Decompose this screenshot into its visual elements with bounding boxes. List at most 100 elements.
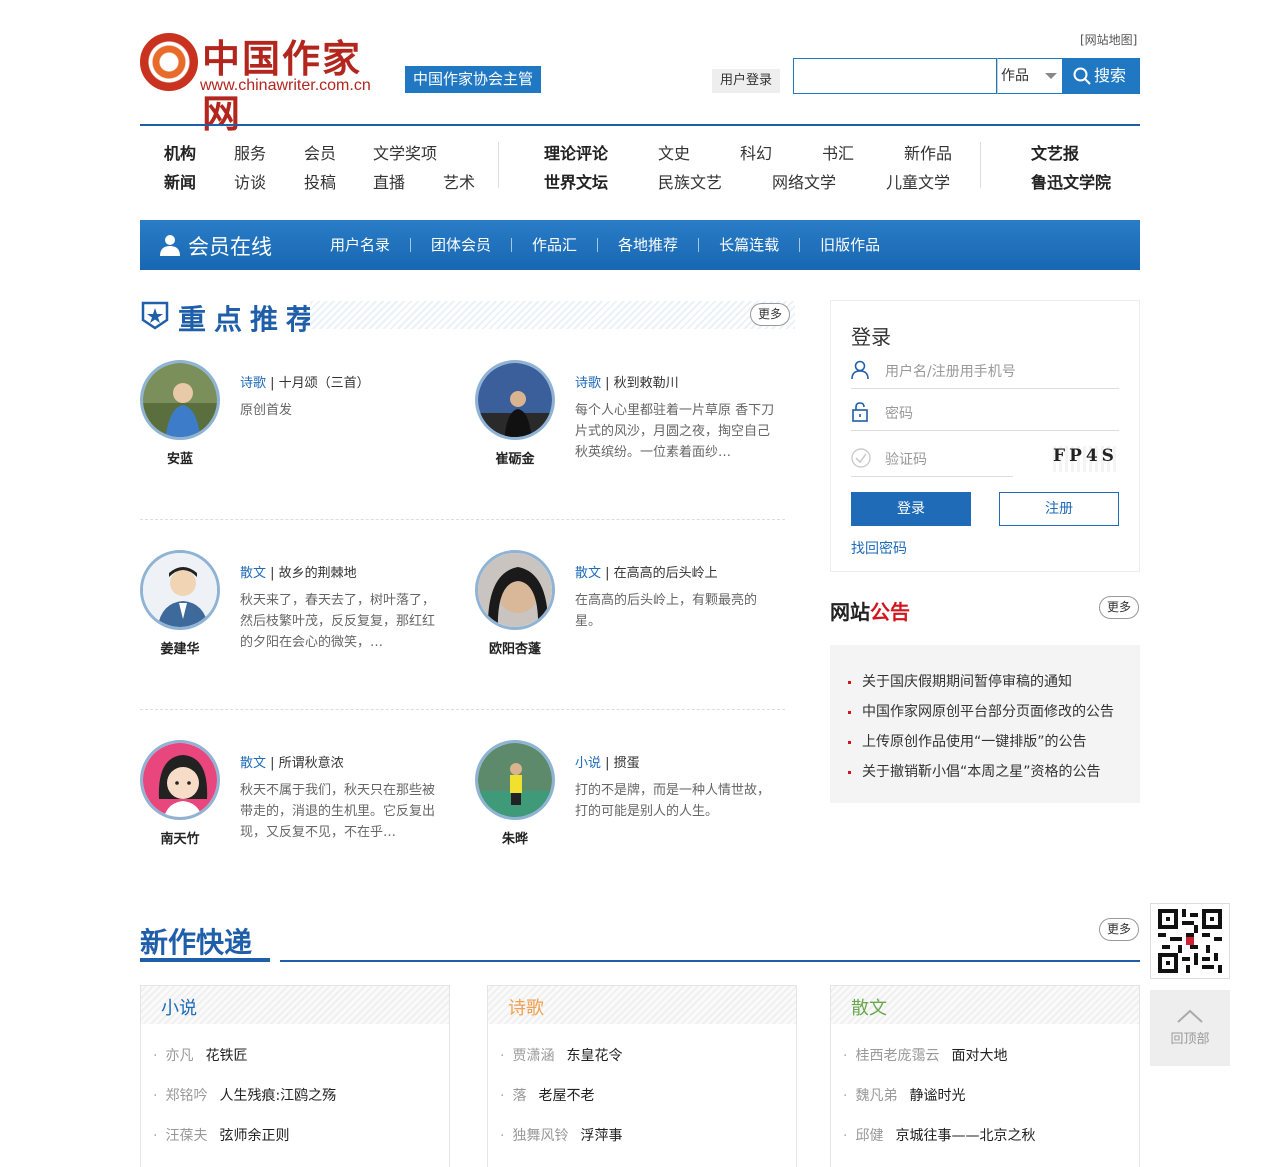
search-category-select[interactable]: 作品 [997,58,1063,94]
list-item[interactable]: · 汪葆夫 弦师余正则 [153,1116,449,1156]
nav-xinzuopin[interactable]: 新作品 [904,140,952,164]
work-category[interactable]: 小说 [575,756,601,771]
nav-wenshi[interactable]: 文史 [658,140,690,164]
list-item[interactable]: · 独舞风铃 浮萍事 [500,1116,796,1156]
title[interactable]: 静谧时光 [909,1088,965,1104]
column-title[interactable]: 小说 [141,986,449,1024]
featured-card[interactable]: 朱晔 小说 | 掼蛋 打的不是牌，而是一种人情世故，打的可能是别人的人生。 [475,740,805,890]
author[interactable]: 魏凡弟 [855,1088,897,1104]
author-name[interactable]: 朱晔 [475,828,555,847]
login-button[interactable]: 登录 [851,492,971,526]
featured-card[interactable]: 欧阳杏蓬 散文 | 在高高的后头岭上 在高高的后头岭上，有颗最亮的星。 [475,550,805,700]
user-login-link[interactable]: 用户登录 [712,69,780,93]
author-name[interactable]: 姜建华 [140,638,220,657]
member-link-changpian[interactable]: 长篇连载 [699,238,801,253]
nav-yishu[interactable]: 艺术 [443,169,475,193]
column-title[interactable]: 散文 [831,986,1139,1024]
qr-code[interactable] [1150,903,1230,979]
search-input[interactable] [793,58,997,94]
title[interactable]: 京城往事——北京之秋 [895,1128,1035,1144]
title[interactable]: 人生残痕:江鸥之殇 [219,1088,336,1104]
title[interactable]: 老屋不老 [538,1088,594,1104]
avatar[interactable] [140,360,220,440]
featured-card[interactable]: 姜建华 散文 | 故乡的荆棘地 秋天来了，春天去了，树叶落了，然后枝繁叶茂，反反… [140,550,470,700]
list-item[interactable]: · 亦凡 花铁匠 [153,1036,449,1076]
notice-more-button[interactable]: 更多 [1099,596,1139,619]
work-heading[interactable]: 散文 | 故乡的荆棘地 [240,562,357,581]
member-link-yonghuminglu[interactable]: 用户名录 [310,238,412,253]
nav-minzu[interactable]: 民族文艺 [658,169,722,193]
nav-shuhui[interactable]: 书汇 [822,140,854,164]
work-heading[interactable]: 散文 | 所谓秋意浓 [240,752,344,771]
avatar[interactable] [475,550,555,630]
work-category[interactable]: 诗歌 [240,376,266,391]
back-to-top-button[interactable]: 回顶部 [1150,990,1230,1066]
nav-fangtan[interactable]: 访谈 [234,169,266,193]
author-name[interactable]: 欧阳杏蓬 [475,638,555,657]
captcha-field[interactable]: 验证码 [851,443,1013,477]
sitemap-link[interactable]: [网站地图] [1080,31,1137,48]
author[interactable]: 邱健 [855,1128,883,1144]
work-category[interactable]: 散文 [240,566,266,581]
member-link-tuanti[interactable]: 团体会员 [411,238,513,253]
work-category[interactable]: 散文 [575,566,601,581]
list-item[interactable]: · 魏凡弟 静谧时光 [843,1076,1139,1116]
nav-xinwen[interactable]: 新闻 [164,169,196,193]
new-works-more-button[interactable]: 更多 [1099,918,1139,941]
notice-item[interactable]: 上传原创作品使用“一键排版”的公告 [848,727,1140,757]
nav-huiyuan[interactable]: 会员 [304,140,336,164]
list-item[interactable]: · 桂西老庞霭云 面对大地 [843,1036,1139,1076]
author[interactable]: 落 [512,1088,526,1104]
password-field[interactable]: 密码 [851,397,1119,431]
work-heading[interactable]: 小说 | 掼蛋 [575,752,640,771]
nav-lilun[interactable]: 理论评论 [544,140,608,164]
featured-card[interactable]: 南天竹 散文 | 所谓秋意浓 秋天不属于我们，秋天只在那些被带走的，消退的生机里… [140,740,470,890]
featured-card[interactable]: 安蓝 诗歌 | 十月颂（三首） 原创首发 [140,360,470,510]
list-item[interactable]: · 落老屋不老 [500,1076,796,1116]
work-heading[interactable]: 诗歌 | 十月颂（三首） [240,372,370,391]
author[interactable]: 郑铭吟 [165,1088,207,1104]
work-category[interactable]: 诗歌 [575,376,601,391]
title[interactable]: 东皇花令 [566,1048,622,1064]
nav-luxun[interactable]: 鲁迅文学院 [1031,169,1111,193]
member-link-jiuban[interactable]: 旧版作品 [800,238,900,253]
list-item[interactable]: · 邱健 京城往事——北京之秋 [843,1116,1139,1156]
member-link-zuopinhui[interactable]: 作品汇 [512,238,599,253]
nav-tougao[interactable]: 投稿 [304,169,336,193]
work-title[interactable]: 在高高的后头岭上 [614,566,718,581]
work-title[interactable]: 十月颂（三首） [279,376,370,391]
nav-kehuan[interactable]: 科幻 [740,140,772,164]
author-name[interactable]: 南天竹 [140,828,220,847]
notice-item[interactable]: 中国作家网原创平台部分页面修改的公告 [848,697,1140,727]
avatar[interactable] [475,360,555,440]
search-button[interactable]: 搜索 [1063,58,1140,94]
nav-zhibo[interactable]: 直播 [373,169,405,193]
featured-card[interactable]: 崔砺金 诗歌 | 秋到敕勒川 每个人心里都驻着一片草原 香下刀片式的风沙，月圆之… [475,360,805,510]
nav-jigou[interactable]: 机构 [164,140,196,164]
nav-fuwu[interactable]: 服务 [234,140,266,164]
nav-wangluo[interactable]: 网络文学 [772,169,836,193]
username-field[interactable]: 用户名/注册用手机号 [851,355,1119,389]
author-name[interactable]: 安蓝 [140,448,220,467]
notice-item[interactable]: 关于撤销靳小倡“本周之星”资格的公告 [848,757,1140,787]
forgot-password-link[interactable]: 找回密码 [851,538,907,558]
avatar[interactable] [475,740,555,820]
title[interactable]: 花铁匠 [205,1048,247,1064]
list-item[interactable]: · 贾潇涵 东皇花令 [500,1036,796,1076]
site-logo[interactable]: 中国作家网 www.chinawriter.com.cn [140,28,400,136]
nav-shijie[interactable]: 世界文坛 [544,169,608,193]
featured-more-button[interactable]: 更多 [750,303,790,326]
author[interactable]: 贾潇涵 [512,1048,554,1064]
work-title[interactable]: 秋到敕勒川 [614,376,679,391]
author[interactable]: 独舞风铃 [512,1128,568,1144]
notice-item[interactable]: 关于国庆假期期间暂停审稿的通知 [848,667,1140,697]
register-button[interactable]: 注册 [999,492,1119,526]
work-title[interactable]: 故乡的荆棘地 [279,566,357,581]
work-category[interactable]: 散文 [240,756,266,771]
title[interactable]: 弦师余正则 [219,1128,289,1144]
work-title[interactable]: 所谓秋意浓 [279,756,344,771]
captcha-image[interactable]: FP4S [1053,446,1119,472]
author[interactable]: 亦凡 [165,1048,193,1064]
member-link-gedi[interactable]: 各地推荐 [598,238,700,253]
nav-wenxuejiang[interactable]: 文学奖项 [373,140,437,164]
